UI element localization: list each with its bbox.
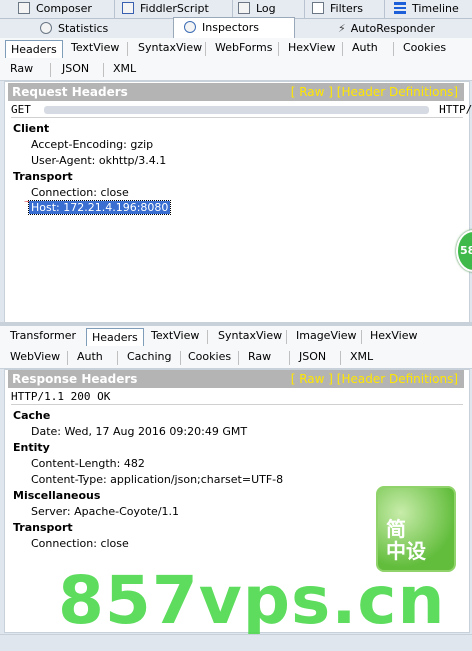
- request-headers-bar: Request Headers [ Raw ] [Header Definiti…: [8, 83, 464, 101]
- resp-tab-textview[interactable]: TextView: [146, 327, 204, 345]
- tab-separator: [127, 42, 128, 56]
- composer-icon: [18, 2, 30, 14]
- script-icon: [122, 2, 134, 14]
- tab-separator: [207, 330, 208, 344]
- req-tab-hexview[interactable]: HexView: [283, 39, 340, 57]
- tab-timeline[interactable]: Timeline: [394, 0, 472, 18]
- req-tab-textview[interactable]: TextView: [66, 39, 124, 57]
- resp-tab-cookies[interactable]: Cookies: [183, 348, 236, 366]
- req-tab-headers[interactable]: Headers: [5, 40, 63, 59]
- request-line: GET HTTP/: [11, 103, 472, 118]
- tab-separator: [286, 330, 287, 344]
- resp-tab-imageview[interactable]: ImageView: [291, 327, 362, 345]
- log-icon: [238, 2, 250, 14]
- resp-tab-raw[interactable]: Raw: [243, 348, 276, 366]
- statistics-icon: [40, 22, 52, 34]
- tab-separator: [103, 63, 104, 77]
- top-tabs-row2: Statistics Inspectors ⚡ AutoResponder: [0, 17, 472, 39]
- tab-inspectors[interactable]: Inspectors: [173, 17, 295, 39]
- logo-text: 简 中设: [386, 517, 426, 563]
- resp-tab-headers[interactable]: Headers: [86, 328, 144, 347]
- tab-composer[interactable]: Composer: [18, 0, 115, 18]
- request-tabs-row2: Raw JSON XML: [0, 58, 472, 81]
- resp-tab-json[interactable]: JSON: [294, 348, 331, 366]
- tab-separator: [180, 351, 181, 365]
- response-tabs-row2: WebView Auth Caching Cookies Raw JSON XM…: [0, 346, 472, 369]
- req-tab-auth[interactable]: Auth: [347, 39, 383, 57]
- tab-separator: [50, 63, 51, 77]
- req-tab-raw[interactable]: Raw: [5, 60, 38, 78]
- tab-separator: [117, 351, 118, 365]
- req-header-user-agent[interactable]: User-Agent: okhttp/3.4.1: [31, 154, 166, 167]
- resp-group-miscellaneous: Miscellaneous: [13, 489, 101, 502]
- resp-header-connection[interactable]: Connection: close: [31, 537, 129, 550]
- resp-tab-xml[interactable]: XML: [345, 348, 378, 366]
- req-tab-cookies[interactable]: Cookies: [398, 39, 451, 57]
- resp-header-content-length[interactable]: Content-Length: 482: [31, 457, 145, 470]
- req-header-host-selected[interactable]: Host: 172.21.4.196:8080: [27, 200, 172, 215]
- tab-separator: [67, 351, 68, 365]
- tab-fiddlerscript[interactable]: FiddlerScript: [122, 0, 233, 18]
- site-logo: 简 中设: [376, 486, 456, 572]
- tab-separator: [361, 330, 362, 344]
- resp-group-transport: Transport: [13, 521, 73, 534]
- req-group-transport: Transport: [13, 170, 73, 183]
- watermark: 857vps.cn: [58, 562, 446, 639]
- tab-separator: [340, 351, 341, 365]
- req-group-client: Client: [13, 122, 50, 135]
- timeline-icon: [394, 2, 406, 14]
- tab-separator: [205, 42, 206, 56]
- req-header-accept-encoding[interactable]: Accept-Encoding: gzip: [31, 138, 153, 151]
- resp-tab-transformer[interactable]: Transformer: [5, 327, 81, 345]
- req-tab-json[interactable]: JSON: [57, 60, 94, 78]
- tab-separator: [278, 42, 279, 56]
- response-status-line: HTTP/1.1 200 OK: [11, 390, 463, 405]
- resp-tab-webview[interactable]: WebView: [5, 348, 65, 366]
- response-headers-bar: Response Headers [ Raw ] [Header Definit…: [8, 370, 464, 388]
- req-tab-xml[interactable]: XML: [108, 60, 141, 78]
- tab-filters[interactable]: Filters: [312, 0, 385, 18]
- blurred-url: [43, 106, 429, 114]
- tab-autoresponder[interactable]: ⚡ AutoResponder: [338, 20, 458, 38]
- request-tabs-row1: Headers TextView SyntaxView WebForms Hex…: [0, 38, 472, 59]
- request-headers-title: Request Headers: [12, 85, 128, 99]
- req-tab-webforms[interactable]: WebForms: [210, 39, 277, 57]
- tab-separator: [342, 42, 343, 56]
- resp-tab-auth[interactable]: Auth: [72, 348, 108, 366]
- tab-statistics[interactable]: Statistics: [40, 20, 140, 38]
- resp-tab-caching[interactable]: Caching: [122, 348, 176, 366]
- tab-separator: [238, 351, 239, 365]
- resp-tab-syntaxview[interactable]: SyntaxView: [213, 327, 287, 345]
- resp-header-date[interactable]: Date: Wed, 17 Aug 2016 09:20:49 GMT: [31, 425, 247, 438]
- req-tab-syntaxview[interactable]: SyntaxView: [133, 39, 207, 57]
- inspectors-icon: [184, 21, 196, 33]
- resp-group-entity: Entity: [13, 441, 50, 454]
- response-headers-title: Response Headers: [12, 372, 138, 386]
- resp-group-cache: Cache: [13, 409, 51, 422]
- resp-header-server[interactable]: Server: Apache-Coyote/1.1: [31, 505, 179, 518]
- tab-separator: [289, 351, 290, 365]
- resp-tab-hexview[interactable]: HexView: [365, 327, 422, 345]
- resp-header-content-type[interactable]: Content-Type: application/json;charset=U…: [31, 473, 283, 486]
- tab-separator: [393, 42, 394, 56]
- response-header-links[interactable]: [ Raw ] [Header Definitions]: [291, 370, 458, 388]
- filters-icon: [312, 2, 324, 14]
- status-bar: [0, 634, 472, 651]
- tab-log[interactable]: Log: [238, 0, 305, 18]
- request-header-links[interactable]: [ Raw ] [Header Definitions]: [291, 83, 458, 101]
- response-tabs-row1: Transformer Headers TextView SyntaxView …: [0, 326, 472, 347]
- lightning-icon: ⚡: [338, 22, 346, 35]
